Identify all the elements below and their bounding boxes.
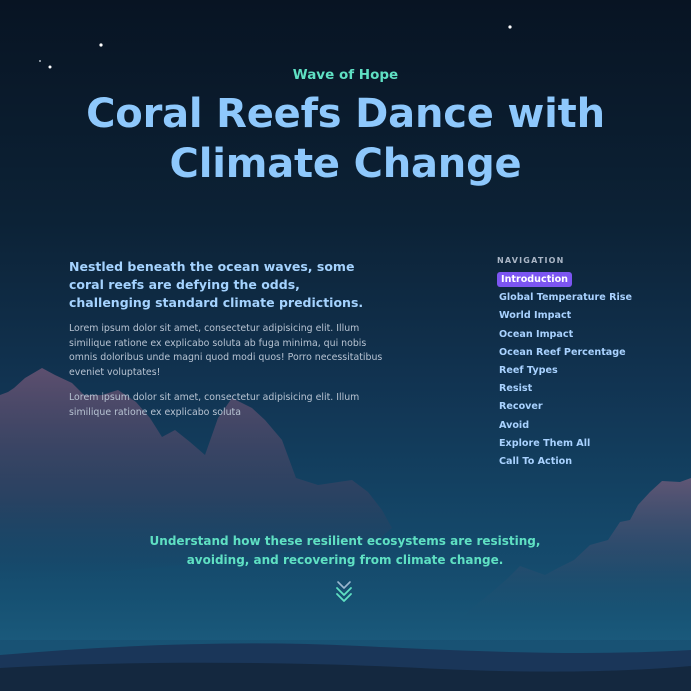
hero-page: Wave of Hope Coral Reefs Dance with Clim…: [0, 0, 691, 691]
nav-item-recover[interactable]: Recover: [497, 398, 677, 416]
page-title: Coral Reefs Dance with Climate Change: [86, 91, 605, 187]
star: [508, 25, 512, 29]
nav-item-call-to-action[interactable]: Call To Action: [497, 453, 677, 471]
nav-item-ocean-reef-percentage[interactable]: Ocean Reef Percentage: [497, 344, 677, 362]
navigation-heading: NAVIGATION: [497, 256, 565, 265]
nav-item-world-impact[interactable]: World Impact: [497, 307, 677, 325]
star: [39, 60, 41, 62]
star: [99, 43, 103, 47]
hero-eyebrow: Wave of Hope: [292, 67, 399, 83]
nav-item-label: Introduction: [497, 272, 572, 287]
nav-item-resist[interactable]: Resist: [497, 380, 677, 398]
nav-item-reef-types[interactable]: Reef Types: [497, 362, 677, 380]
nav-item-introduction[interactable]: Introduction: [497, 271, 677, 289]
star-field: [39, 25, 512, 69]
intro-paragraph: Lorem ipsum dolor sit amet, consectetur …: [69, 392, 360, 418]
intro-paragraph: Lorem ipsum dolor sit amet, consectetur …: [69, 323, 383, 378]
nav-item-explore-them-all[interactable]: Explore Them All: [497, 435, 677, 453]
nav-item-avoid[interactable]: Avoid: [497, 417, 677, 435]
section-navigation: NAVIGATION Introduction Global Temperatu…: [497, 256, 677, 471]
double-chevron-down-icon[interactable]: [334, 580, 354, 604]
nav-item-global-temperature-rise[interactable]: Global Temperature Rise: [497, 289, 677, 307]
intro-lead: Nestled beneath the ocean waves, some co…: [69, 259, 364, 310]
call-to-action-text: Understand how these resilient ecosystem…: [149, 534, 541, 567]
nav-item-ocean-impact[interactable]: Ocean Impact: [497, 326, 677, 344]
